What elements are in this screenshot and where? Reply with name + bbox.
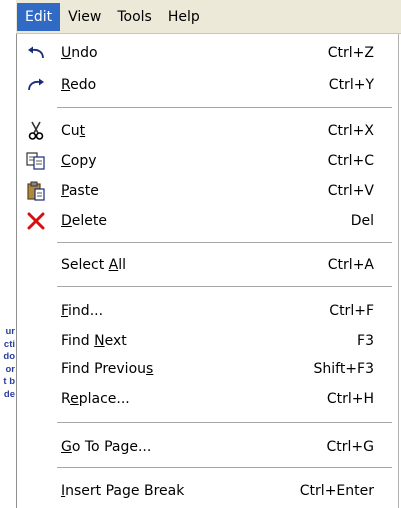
menu-separator [57,107,392,109]
menu-separator [57,467,392,469]
copy-icon [25,150,47,172]
menubar-tools[interactable]: Tools [109,3,160,31]
menu-item-label: Find Previous [61,361,154,377]
menu-item-find-previous[interactable]: Find Previous Shift+F3 [17,354,398,384]
mnemonic-letter: t [79,123,86,139]
menu-item-shortcut: Ctrl+X [327,123,374,139]
menu-item-delete[interactable]: Delete Del [17,206,398,236]
mnemonic-letter: R [61,77,71,93]
background-text-line: ur [5,326,16,337]
background-text-line: cti [3,338,15,350]
mnemonic-letter: s [146,361,154,377]
background-text-line: t b [3,376,15,387]
menu-item-label: Replace... [61,391,130,407]
menu-item-label: Insert Page Break [61,483,185,499]
mnemonic-letter: U [61,45,72,61]
menu-item-label: Paste [61,183,99,199]
mnemonic-letter: e [70,391,79,407]
undo-icon [25,42,47,64]
menu-item-label: Find... [61,303,104,319]
menu-item-find[interactable]: Find... Ctrl+F [17,296,398,326]
menu-item-label: Undo [61,45,98,61]
menu-item-shortcut: Shift+F3 [313,361,374,377]
menu-item-select-all[interactable]: Select All Ctrl+A [17,250,398,280]
menu-item-label: Delete [61,213,107,229]
menu-item-find-next[interactable]: Find Next F3 [17,326,398,356]
menu-item-shortcut: Ctrl+V [327,183,374,199]
menu-item-cut[interactable]: Cut Ctrl+X [17,116,398,146]
menu-item-paste[interactable]: Paste Ctrl+V [17,176,398,206]
redo-icon [25,74,47,96]
menu-item-redo[interactable]: Redo Ctrl+Y [17,70,398,100]
mnemonic-letter: D [61,213,72,229]
menu-item-shortcut: Ctrl+F [329,303,374,319]
background-text-fragment: ur cti do or t b de [0,326,15,401]
menu-item-shortcut: Ctrl+H [326,391,374,407]
menu-separator [57,286,392,288]
menu-item-shortcut: Ctrl+A [327,257,374,273]
menu-item-undo[interactable]: Undo Ctrl+Z [17,38,398,68]
background-text-line: or [5,363,16,375]
mnemonic-letter: G [61,439,72,455]
menu-item-insert-page-break[interactable]: Insert Page Break Ctrl+Enter [17,476,398,506]
menubar-edit[interactable]: Edit [17,2,61,31]
menubar-view[interactable]: View [60,3,109,31]
menu-bar: Edit View Tools Help [16,0,401,34]
menubar-help[interactable]: Help [160,3,208,31]
mnemonic-letter: A [108,257,119,273]
menu-item-go-to-page[interactable]: Go To Page... Ctrl+G [17,432,398,462]
menu-item-replace[interactable]: Replace... Ctrl+H [17,384,398,414]
menu-separator [57,422,392,424]
menu-item-label: Cut [61,123,86,139]
menu-item-label: Redo [61,77,97,93]
background-text-line: de [3,388,15,400]
mnemonic-letter: F [61,303,69,319]
menu-item-shortcut: Ctrl+C [327,153,374,169]
menu-separator [57,242,392,244]
paste-icon [25,180,47,202]
menu-item-shortcut: Ctrl+Y [328,77,374,93]
edit-menu-dropdown: Undo Ctrl+Z Redo Ctrl+Y Cut Ctrl+X Copy Ctrl+C P… [16,34,399,508]
menu-item-shortcut: Del [350,213,374,229]
menu-item-shortcut: Ctrl+G [326,439,375,455]
menu-item-label: Copy [61,153,97,169]
menu-item-label: Find Next [61,333,127,349]
menu-item-label: Go To Page... [61,439,152,455]
cut-icon [25,120,47,142]
menu-item-shortcut: F3 [357,333,374,349]
mnemonic-letter: P [61,183,69,199]
background-text-line: do [3,351,15,362]
menu-item-shortcut: Ctrl+Enter [299,483,374,499]
mnemonic-letter: C [61,153,71,169]
menu-item-shortcut: Ctrl+Z [327,45,374,61]
menu-item-label: Select All [61,257,126,273]
mnemonic-letter: N [94,333,105,349]
menu-item-copy[interactable]: Copy Ctrl+C [17,146,398,176]
delete-icon [25,210,47,232]
